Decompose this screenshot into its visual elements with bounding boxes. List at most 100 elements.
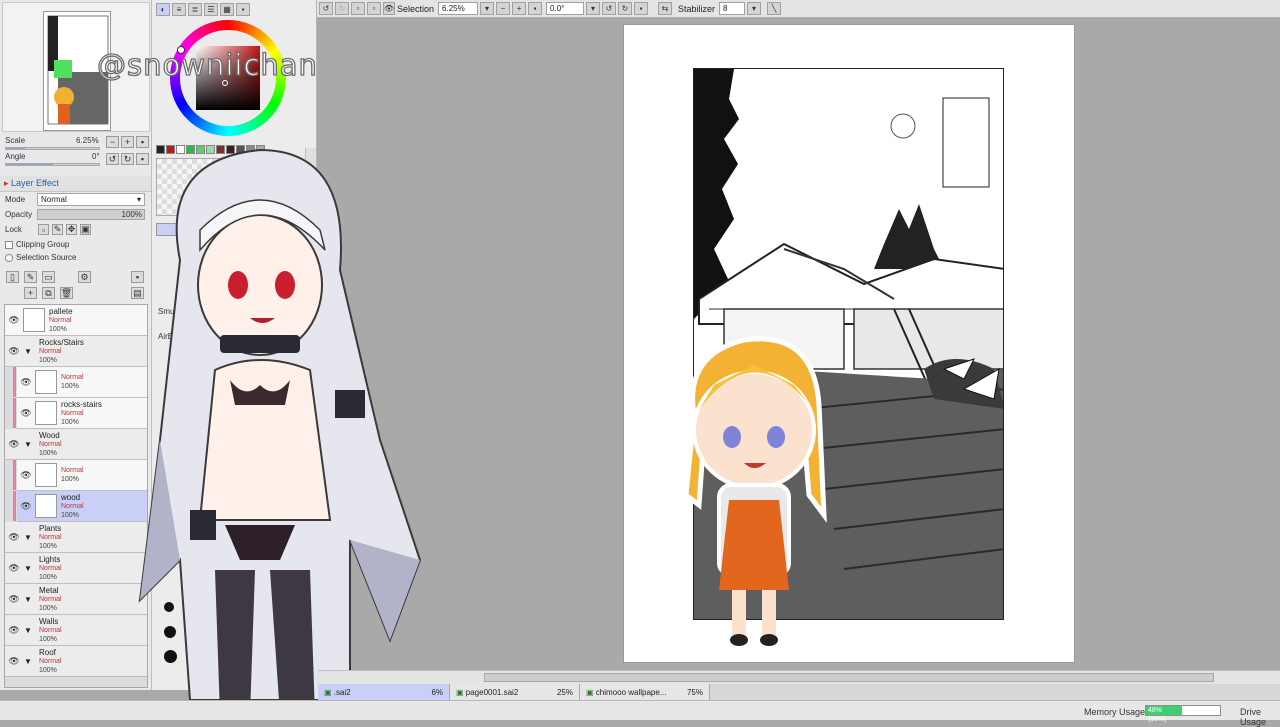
- layer-name: rocks-stairs: [61, 399, 102, 409]
- lock-options: ▫ ✎ ✥ ▣: [38, 224, 91, 235]
- folder-expand-icon[interactable]: ▼: [21, 437, 35, 451]
- color-mode-tabs: ◐ ≡ ≣ ☰ ▦ ▪: [156, 3, 250, 16]
- eye-icon[interactable]: 👁: [7, 437, 21, 451]
- folder-expand-icon[interactable]: ▼: [21, 623, 35, 637]
- rgb-slider-tab-icon[interactable]: ≡: [172, 3, 186, 16]
- zoom-reset-icon[interactable]: ▪: [528, 2, 543, 15]
- zoom-in-icon[interactable]: +: [512, 2, 527, 15]
- copy-layer-icon[interactable]: ⧉: [42, 287, 55, 299]
- layer-info: Rocks/Stairs Normal 100%: [39, 338, 84, 365]
- layer-effect-icon[interactable]: ⚙: [78, 271, 91, 283]
- layer-thumbnail: [35, 370, 57, 394]
- clipping-indicator: [13, 491, 16, 521]
- document-tab[interactable]: ▣ chimooo wallpape... 75%: [580, 684, 710, 700]
- pen-pressure-icon[interactable]: ╲: [767, 2, 782, 15]
- scrollbar-thumb[interactable]: [484, 673, 1214, 682]
- lock-paint-icon[interactable]: ✎: [52, 224, 63, 235]
- layer-name: Rocks/Stairs: [39, 337, 84, 347]
- drive-usage-label: Drive Usage: [1240, 707, 1267, 727]
- undo-icon[interactable]: ↺: [319, 2, 333, 15]
- document-icon: ▣: [456, 687, 466, 697]
- color-wheel-tab-icon[interactable]: ◐: [156, 3, 170, 16]
- layer-name: wood: [61, 492, 81, 502]
- clipping-indicator: [13, 460, 16, 490]
- eye-icon[interactable]: 👁: [7, 654, 21, 668]
- checkbox-icon: [5, 253, 13, 262]
- folder-expand-icon[interactable]: ▼: [21, 344, 35, 358]
- document-tab-zoom: 25%: [556, 687, 573, 697]
- palette-tab-icon[interactable]: ▪: [236, 3, 250, 16]
- canvas-area[interactable]: [318, 18, 1280, 670]
- flip-horizontal-icon[interactable]: ⇆: [658, 2, 673, 15]
- angle-label: Angle: [5, 152, 26, 161]
- lock-label: Lock: [5, 225, 22, 234]
- zoom-out-icon[interactable]: −: [496, 2, 511, 15]
- eye-icon[interactable]: 👁: [7, 344, 21, 358]
- zoom-select[interactable]: 6.25%: [438, 2, 479, 15]
- eye-icon[interactable]: 👁: [19, 468, 33, 482]
- clipping-group-checkbox[interactable]: Clipping Group: [5, 240, 69, 249]
- layer-opacity: 100%: [61, 476, 79, 483]
- layer-blend-mode: Normal: [39, 626, 62, 634]
- layer-thumbnail: [35, 494, 57, 518]
- angle-slider[interactable]: [5, 163, 100, 166]
- rotation-select[interactable]: 0.0°: [546, 2, 585, 15]
- eye-icon[interactable]: 👁: [7, 561, 21, 575]
- new-vector-layer-icon[interactable]: ✎: [24, 271, 37, 283]
- eye-icon[interactable]: 👁: [7, 530, 21, 544]
- rotate-reset-icon[interactable]: ▪: [634, 2, 649, 15]
- invert-selection-icon[interactable]: ▫: [367, 2, 381, 15]
- hsv-slider-tab-icon[interactable]: ≣: [188, 3, 202, 16]
- layer-blend-mode: Normal: [61, 467, 84, 474]
- document-tab-name: page0001.sai2: [465, 687, 519, 697]
- selection-source-checkbox[interactable]: Selection Source: [5, 253, 76, 262]
- zoom-out-button[interactable]: −: [106, 136, 119, 148]
- redo-icon[interactable]: ↻: [335, 2, 349, 15]
- folder-expand-icon[interactable]: ▼: [21, 561, 35, 575]
- horizontal-scrollbar[interactable]: [318, 670, 1280, 684]
- deselect-icon[interactable]: ▫: [351, 2, 365, 15]
- layer-info: Lights Normal 100%: [39, 555, 62, 582]
- rotate-left-icon[interactable]: ↺: [602, 2, 617, 15]
- document-tab[interactable]: ▣ page0001.sai2 25%: [450, 684, 580, 700]
- clipping-indicator: [13, 398, 16, 428]
- lock-transparency-icon[interactable]: ▫: [38, 224, 49, 235]
- chibi-girl-image: [683, 336, 827, 646]
- chevron-down-icon[interactable]: ▾: [586, 2, 601, 15]
- swatches-tab-icon[interactable]: ☰: [204, 3, 218, 16]
- eye-icon[interactable]: 👁: [7, 623, 21, 637]
- eye-icon[interactable]: 👁: [7, 592, 21, 606]
- scratchpad-tab-icon[interactable]: ▦: [220, 3, 234, 16]
- chevron-down-icon[interactable]: ▾: [480, 2, 495, 15]
- rotate-right-icon[interactable]: ↻: [618, 2, 633, 15]
- angle-value: 0°: [92, 152, 100, 161]
- eye-icon[interactable]: 👁: [19, 375, 33, 389]
- document-tab[interactable]: ▣ .sai2 6%: [318, 684, 450, 700]
- canvas-paper[interactable]: [624, 25, 1074, 662]
- layer-name: Lights: [39, 554, 61, 564]
- scale-slider[interactable]: [5, 147, 100, 150]
- layer-info: Normal 100%: [61, 373, 84, 391]
- folder-expand-icon[interactable]: ▼: [21, 592, 35, 606]
- document-icon: ▣: [324, 687, 334, 697]
- new-layer-icon[interactable]: ▯: [6, 271, 19, 283]
- rotation-value: 0.0°: [550, 4, 565, 13]
- merge-down-icon[interactable]: +: [24, 287, 37, 299]
- rotate-left-button[interactable]: ↺: [106, 153, 119, 165]
- stabilizer-select[interactable]: 8: [719, 2, 746, 15]
- stabilizer-label: Stabilizer: [678, 3, 716, 14]
- delete-layer-icon[interactable]: 🗑: [60, 287, 73, 299]
- lock-move-icon[interactable]: ✥: [66, 224, 77, 235]
- new-folder-icon[interactable]: ▭: [42, 271, 55, 283]
- eye-icon[interactable]: 👁: [19, 499, 33, 513]
- chevron-down-icon[interactable]: ▾: [747, 2, 762, 15]
- lock-all-icon[interactable]: ▣: [80, 224, 91, 235]
- eye-icon[interactable]: 👁: [19, 406, 33, 420]
- selection-visibility-icon[interactable]: 👁: [383, 2, 395, 15]
- folder-expand-icon[interactable]: ▼: [21, 654, 35, 668]
- layer-thumbnail: [35, 463, 57, 487]
- eye-icon[interactable]: 👁: [7, 313, 21, 327]
- folder-expand-icon[interactable]: ▼: [21, 530, 35, 544]
- document-tabs: ▣ .sai2 6% ▣ page0001.sai2 25% ▣ chimooo wal…: [318, 684, 1280, 700]
- document-tab-zoom: 6%: [431, 687, 443, 697]
